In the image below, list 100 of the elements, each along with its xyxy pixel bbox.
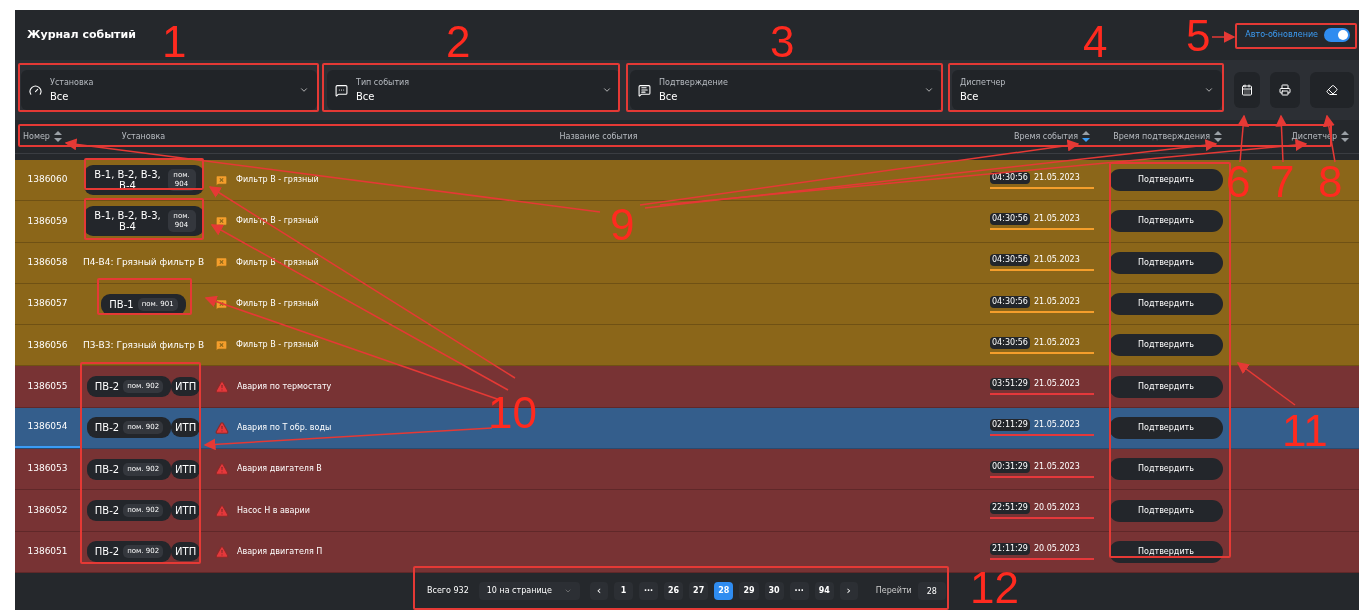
annotation-number: 4 bbox=[1083, 20, 1108, 64]
total-count: Всего 932 bbox=[427, 585, 469, 598]
event-time: 04:30:56 bbox=[990, 254, 1030, 267]
confirm-button[interactable]: Подтвердить bbox=[1109, 458, 1223, 481]
filter-value: Все bbox=[960, 89, 980, 104]
next-page-button[interactable]: › bbox=[839, 582, 858, 601]
event-date: 21.05.2023 bbox=[1033, 378, 1080, 391]
message-warning-icon bbox=[215, 256, 228, 270]
installation-text: П3-В3: Грязный фильтр В bbox=[82, 338, 205, 352]
confirm-button[interactable]: Подтвердить bbox=[1109, 169, 1223, 192]
column-header[interactable]: Название события bbox=[559, 130, 638, 143]
installation-chip[interactable]: ИТП bbox=[171, 542, 201, 562]
event-date: 21.05.2023 bbox=[1033, 212, 1080, 225]
eraser-icon bbox=[1326, 84, 1338, 96]
chat-icon bbox=[335, 83, 348, 97]
annotation-arrow bbox=[1236, 362, 1296, 406]
event-name: Фильтр В - грязный bbox=[236, 298, 319, 311]
installation-chip[interactable]: ИТП bbox=[171, 501, 201, 520]
chevron-down-icon bbox=[1204, 85, 1214, 95]
event-time: 04:30:56 bbox=[990, 212, 1030, 225]
filter-dropdown[interactable]: Тип события Все bbox=[327, 70, 620, 110]
filter-dropdown[interactable]: Подтверждение Все bbox=[630, 70, 942, 110]
table-row[interactable]: 1386056 П3-В3: Грязный фильтр В Фильтр В - грязный 04:30:56 21.05.2023 Подтвердить bbox=[15, 325, 1359, 367]
confirm-button[interactable]: Подтвердить bbox=[1109, 416, 1223, 439]
page-button[interactable]: 1 bbox=[613, 582, 633, 601]
confirm-button[interactable]: Подтвердить bbox=[1109, 251, 1223, 274]
sort-icon[interactable] bbox=[1341, 131, 1349, 142]
event-name: Насос Н в аварии bbox=[237, 504, 310, 517]
event-number: 1386051 bbox=[27, 545, 68, 559]
sort-icon[interactable] bbox=[53, 131, 62, 142]
calendar-button[interactable] bbox=[1234, 72, 1260, 108]
sort-icon[interactable] bbox=[1082, 131, 1090, 142]
confirm-button[interactable]: Подтвердить bbox=[1109, 210, 1223, 233]
event-name: Фильтр В - грязный bbox=[236, 215, 319, 228]
printer-icon bbox=[1279, 84, 1291, 96]
toggle-switch[interactable] bbox=[1324, 28, 1350, 42]
eraser-button[interactable] bbox=[1310, 72, 1354, 108]
installation-chip[interactable]: ИТП bbox=[171, 377, 201, 397]
page-button[interactable]: ··· bbox=[638, 582, 658, 601]
chevron-down-icon bbox=[299, 85, 309, 95]
warning-triangle-icon bbox=[215, 462, 229, 477]
event-time: 03:51:29 bbox=[990, 378, 1030, 391]
page-button[interactable]: 29 bbox=[739, 582, 759, 601]
print-button[interactable] bbox=[1270, 72, 1300, 108]
page-button[interactable]: 30 bbox=[764, 582, 784, 601]
confirm-button[interactable]: Подтвердить bbox=[1109, 540, 1223, 563]
page-button[interactable]: 27 bbox=[689, 582, 709, 601]
event-name: Фильтр В - грязный bbox=[236, 256, 319, 269]
toggle-label: Авто-обновление bbox=[1245, 29, 1318, 41]
event-date: 21.05.2023 bbox=[1033, 171, 1080, 184]
event-name: Авария по Т обр. воды bbox=[237, 421, 332, 434]
event-time: 04:30:56 bbox=[990, 336, 1030, 349]
goto-page-field[interactable]: 28 bbox=[917, 582, 946, 601]
table-row[interactable]: 1386058 П4-В4: Грязный фильтр В Фильтр В - грязный 04:30:56 21.05.2023 Подтвердить bbox=[15, 242, 1359, 284]
event-date: 20.05.2023 bbox=[1033, 502, 1080, 514]
event-date: 21.05.2023 bbox=[1033, 295, 1080, 308]
event-number: 1386052 bbox=[27, 503, 68, 517]
filter-label: Тип события bbox=[356, 76, 411, 89]
column-header[interactable]: Время события bbox=[1013, 130, 1078, 143]
filter-label: Подтверждение bbox=[659, 76, 729, 89]
column-header[interactable]: Номер bbox=[23, 130, 50, 143]
annotation-number: 2 bbox=[446, 20, 471, 64]
confirm-button[interactable]: Подтвердить bbox=[1109, 499, 1223, 522]
annotation-number: 8 bbox=[1318, 160, 1343, 204]
warning-triangle-icon bbox=[215, 379, 229, 394]
chevron-down-icon bbox=[602, 85, 612, 95]
confirm-button[interactable]: Подтвердить bbox=[1109, 334, 1223, 357]
installation-chip[interactable]: ИТП bbox=[171, 459, 201, 479]
page-size-select[interactable]: 10 на странице bbox=[478, 582, 580, 601]
annotation-number: 7 bbox=[1270, 160, 1295, 204]
event-time: 22:51:29 bbox=[990, 502, 1030, 514]
filter-value: Все bbox=[50, 89, 70, 104]
filter-dropdown[interactable]: Диспетчер Все bbox=[952, 70, 1222, 110]
message-warning-icon bbox=[215, 173, 228, 187]
page-title: Журнал событий bbox=[27, 26, 136, 43]
column-header[interactable]: Установка bbox=[121, 130, 166, 143]
event-number: 1386055 bbox=[27, 379, 68, 393]
installation-chip[interactable]: ИТП bbox=[171, 418, 201, 438]
event-name: Фильтр В - грязный bbox=[236, 339, 319, 352]
column-header[interactable]: Время подтверждения bbox=[1113, 130, 1210, 143]
calendar-icon bbox=[1241, 84, 1253, 96]
previous-page-button[interactable]: ‹ bbox=[589, 582, 608, 601]
event-name: Авария двигателя П bbox=[237, 545, 323, 558]
page-button[interactable]: 94 bbox=[814, 582, 834, 601]
event-number: 1386053 bbox=[27, 462, 68, 476]
confirm-button[interactable]: Подтвердить bbox=[1109, 293, 1223, 316]
goto-label: Перейти bbox=[875, 585, 912, 598]
sort-icon[interactable] bbox=[1214, 131, 1222, 142]
event-number: 1386059 bbox=[27, 214, 68, 228]
event-date: 21.05.2023 bbox=[1033, 336, 1080, 349]
message-warning-icon bbox=[215, 214, 228, 228]
confirm-button[interactable]: Подтвердить bbox=[1109, 375, 1223, 398]
event-name: Авария по термостату bbox=[237, 380, 332, 393]
page-button[interactable]: 26 bbox=[663, 582, 684, 601]
filter-label: Установка bbox=[50, 76, 95, 89]
event-date: 21.05.2023 bbox=[1033, 460, 1080, 473]
message-warning-icon bbox=[215, 338, 228, 352]
annotation-arrow bbox=[1211, 31, 1236, 43]
page-button[interactable]: ··· bbox=[789, 582, 809, 601]
filter-dropdown[interactable]: Установка Все bbox=[21, 70, 317, 110]
